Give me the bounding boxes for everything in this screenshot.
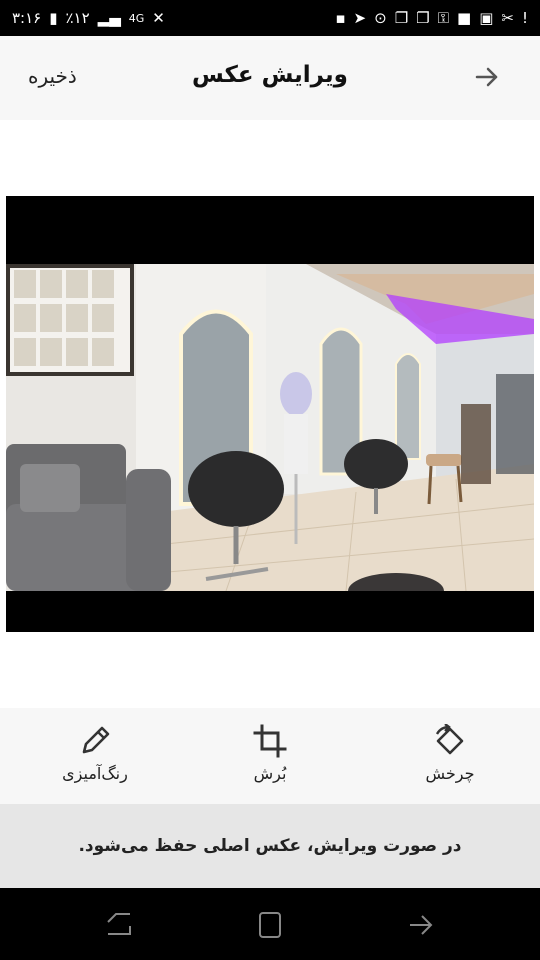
tool-label-crop: بُرش (253, 764, 287, 783)
sd-card-icon: ▪ (335, 8, 346, 27)
arrow-right-icon[interactable] (472, 62, 502, 92)
sync-icon: ⊙ (374, 8, 387, 27)
alert-icon: ! (521, 8, 528, 27)
usb-icon: ✂ (501, 8, 514, 27)
status-left: ۳:۱۶ ▮ ٪۱۲ ▂▄ 4G ✕ (12, 9, 165, 27)
network-type: 4G (128, 11, 145, 25)
back-nav-icon[interactable] (406, 910, 436, 940)
navigation-bar (0, 888, 540, 960)
editor-canvas (0, 120, 540, 708)
tool-paint[interactable]: رنگ‌آمیزی (40, 724, 150, 783)
mute-icon: ✕ (152, 8, 165, 27)
app-icon: ■ (457, 8, 472, 27)
image-icon: ▣ (479, 8, 494, 27)
signal-icon: ▂▄ (97, 8, 121, 27)
recent-apps-icon[interactable] (104, 910, 134, 940)
key-icon: ⚿ (437, 8, 450, 27)
copy-icon-2: ❐ (416, 8, 430, 27)
page-title: ویرایش عکس (192, 62, 348, 88)
tool-crop[interactable]: بُرش (215, 724, 325, 783)
notice-banner: در صورت ویرایش، عکس اصلی حفظ می‌شود. (0, 804, 540, 888)
rotate-icon (435, 724, 464, 755)
photo-frame (6, 196, 534, 632)
tool-label-rotate: چرخش (425, 764, 475, 783)
status-right: ▪ ➤ ⊙ ❐ ❐ ⚿ ■ ▣ ✂ ! (335, 8, 528, 27)
app-bar: ذخیره ویرایش عکس (0, 36, 540, 120)
battery-icon: ▮ (49, 8, 58, 27)
status-time: ۳:۱۶ (12, 9, 42, 27)
telegram-icon: ➤ (353, 8, 367, 27)
brush-icon (82, 726, 110, 754)
copy-icon: ❐ (394, 8, 409, 27)
home-icon[interactable] (255, 910, 285, 940)
salon-photo[interactable] (6, 264, 534, 591)
tool-label-paint: رنگ‌آمیزی (62, 764, 128, 783)
tool-rotate[interactable]: چرخش (395, 724, 505, 783)
status-bar: ۳:۱۶ ▮ ٪۱۲ ▂▄ 4G ✕ ▪ ➤ ⊙ ❐ ❐ ⚿ ■ ▣ ✂ ! (0, 0, 540, 36)
crop-icon (253, 724, 287, 758)
edit-toolbar: رنگ‌آمیزی بُرش چرخش (0, 708, 540, 804)
notice-text: در صورت ویرایش، عکس اصلی حفظ می‌شود. (78, 836, 462, 856)
battery-percent: ٪۱۲ (65, 9, 90, 27)
